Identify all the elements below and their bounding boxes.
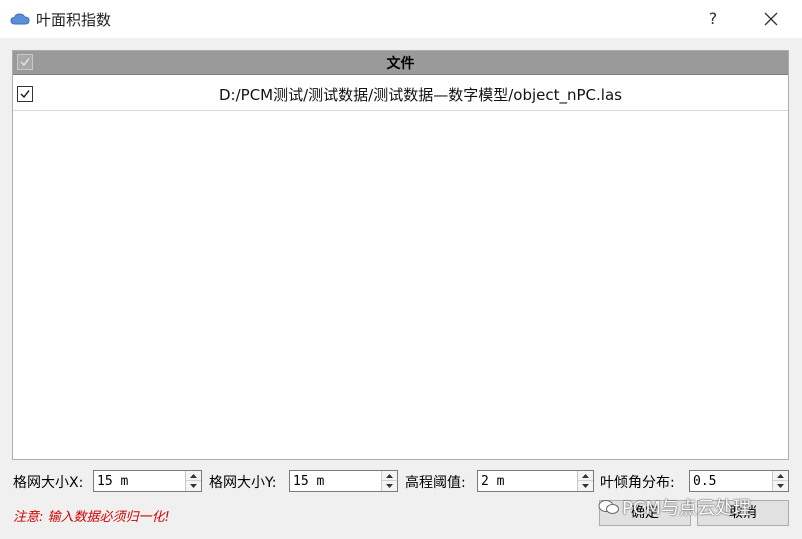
arrow-down-icon (582, 484, 589, 488)
check-icon (20, 90, 30, 99)
height-threshold-input[interactable] (478, 471, 578, 491)
grid-x-spin-arrows[interactable] (185, 471, 201, 491)
grid-x-input[interactable] (94, 471, 186, 491)
cloud-icon (10, 13, 30, 25)
row-checkbox[interactable] (17, 86, 33, 102)
column-header-file[interactable]: 文件 (13, 53, 788, 73)
arrow-up-icon (386, 474, 393, 478)
watermark-text: PCM与点云处理 (622, 498, 751, 519)
file-path-cell: D:/PCM测试/测试数据/测试数据—数字模型/object_nPC.las (219, 86, 622, 104)
close-button[interactable] (756, 6, 786, 32)
height-threshold-spinbox[interactable] (477, 470, 594, 492)
help-button[interactable]: ? (698, 6, 728, 32)
leaf-angle-spin-arrows[interactable] (772, 471, 788, 491)
spin-up-button[interactable] (578, 471, 593, 481)
wechat-icon (598, 500, 619, 514)
spin-up-button[interactable] (773, 471, 788, 481)
spin-down-button[interactable] (186, 481, 201, 491)
leaf-angle-input[interactable] (690, 471, 773, 491)
height-threshold-label: 高程阈值: (405, 475, 466, 491)
spin-down-button[interactable] (382, 481, 397, 491)
arrow-up-icon (190, 474, 197, 478)
arrow-up-icon (582, 474, 589, 478)
close-icon (764, 12, 778, 26)
grid-x-label: 格网大小X: (13, 475, 84, 491)
arrow-down-icon (190, 484, 197, 488)
spin-down-button[interactable] (578, 481, 593, 491)
spin-down-button[interactable] (773, 481, 788, 491)
grid-y-spinbox[interactable] (289, 470, 398, 492)
spin-up-button[interactable] (382, 471, 397, 481)
grid-y-spin-arrows[interactable] (381, 471, 397, 491)
arrow-down-icon (777, 484, 784, 488)
arrow-up-icon (777, 474, 784, 478)
grid-y-label: 格网大小Y: (209, 475, 277, 491)
normalization-note: 注意: 输入数据必须归一化! (13, 510, 170, 525)
arrow-down-icon (386, 484, 393, 488)
window-title: 叶面积指数 (36, 11, 112, 29)
table-row[interactable]: D:/PCM测试/测试数据/测试数据—数字模型/object_nPC.las (13, 75, 788, 111)
leaf-angle-spinbox[interactable] (689, 470, 789, 492)
height-threshold-spin-arrows[interactable] (577, 471, 593, 491)
grid-y-input[interactable] (290, 471, 382, 491)
grid-x-spinbox[interactable] (93, 470, 202, 492)
file-table: 文件 D:/PCM测试/测试数据/测试数据—数字模型/object_nPC.la… (12, 50, 789, 460)
help-icon: ? (708, 9, 718, 28)
leaf-angle-label: 叶倾角分布: (600, 475, 675, 491)
spin-up-button[interactable] (186, 471, 201, 481)
title-bar: 叶面积指数 ? (0, 0, 802, 38)
table-header: 文件 (13, 51, 788, 75)
